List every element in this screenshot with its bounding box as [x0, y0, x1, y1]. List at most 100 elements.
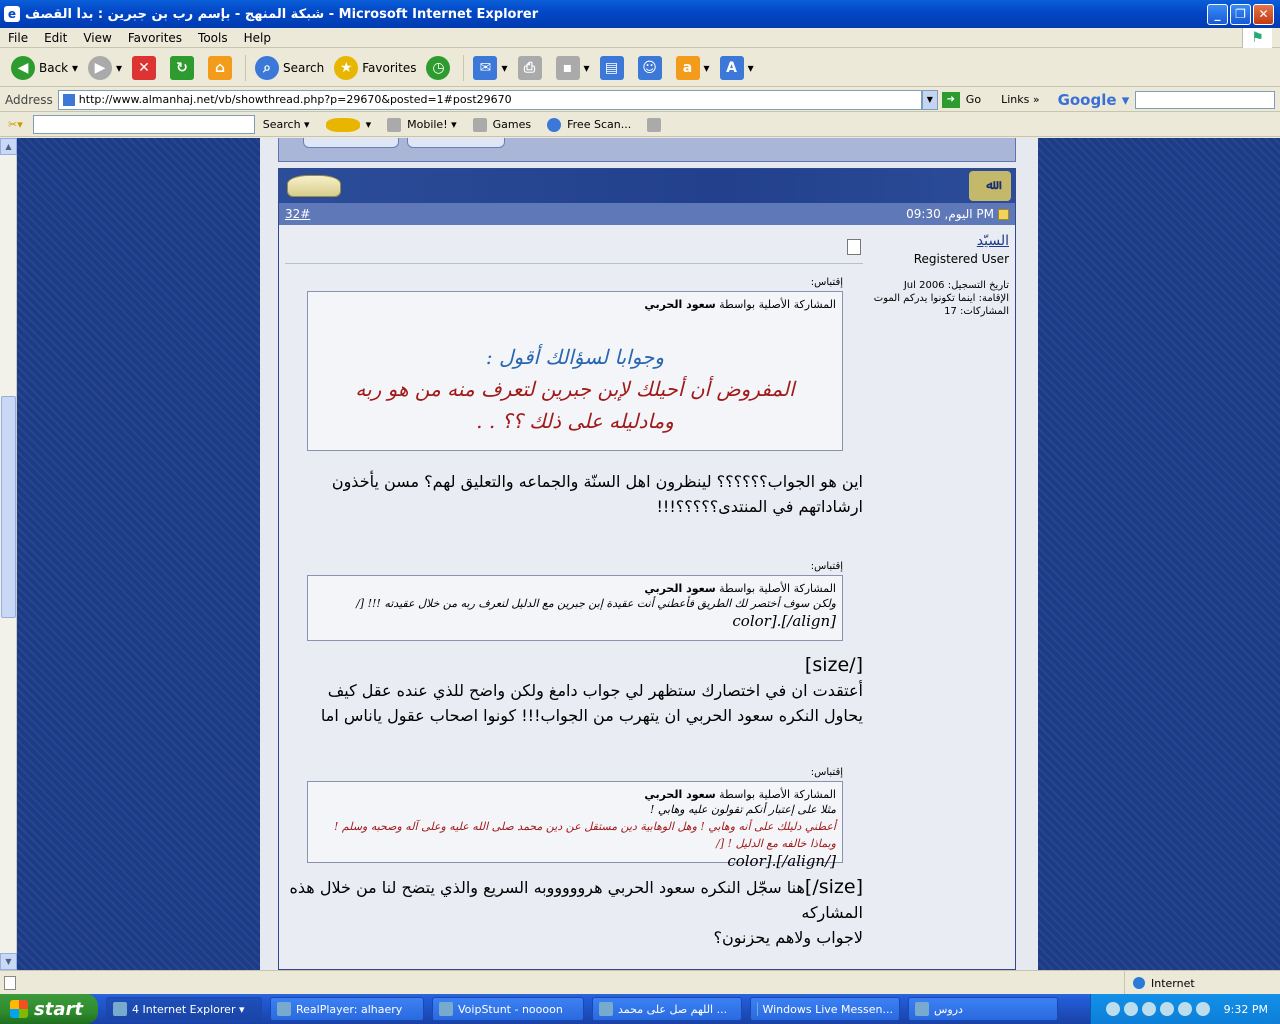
ie-icon: e — [4, 6, 20, 22]
taskbar-item-messenger[interactable]: Windows Live Messen... — [750, 997, 900, 1021]
favorites-button[interactable]: ★ Favorites — [329, 52, 421, 84]
taskbar: start 4 Internet Explorer ▾ RealPlayer: … — [0, 994, 1280, 1024]
scroll-up-button[interactable]: ▲ — [0, 138, 17, 155]
taskbar-item-folder[interactable]: دروس — [908, 997, 1058, 1021]
tray-icon[interactable] — [1105, 1002, 1120, 1016]
links-button[interactable]: Links » — [1001, 93, 1040, 106]
post-date: اليوم, 09:30 PM — [906, 207, 1009, 221]
google-search-input[interactable] — [1135, 90, 1276, 109]
user-location: الإقامة: اينما تكونوا يدركم الموت — [873, 293, 1009, 304]
games-button[interactable]: Games — [465, 117, 539, 132]
menu-help[interactable]: Help — [236, 31, 279, 45]
bbcode-tag: [size/] — [804, 654, 863, 676]
menu-file[interactable]: File — [0, 31, 36, 45]
post-paragraph: [size/]هنا سجّل النكره سعود الحربي هرووو… — [289, 876, 863, 947]
tray-icon[interactable] — [1195, 1002, 1210, 1016]
home-button[interactable]: ⌂ — [203, 52, 241, 84]
vertical-scrollbar[interactable]: ▲ ▼ — [0, 138, 17, 970]
tray-icon[interactable] — [1159, 1002, 1174, 1016]
smiley-button[interactable]: ▾ — [318, 117, 380, 132]
taskbar-item-ie[interactable]: 4 Internet Explorer ▾ — [106, 997, 262, 1021]
stop-button[interactable]: ✕ — [127, 52, 165, 84]
home-icon: ⌂ — [208, 55, 233, 80]
folder-icon — [915, 1002, 929, 1016]
post-header: ﷲ — [279, 169, 1015, 203]
font-size-button[interactable]: A ▾ — [715, 52, 759, 84]
tray-icon[interactable] — [1141, 1002, 1156, 1016]
translate-button[interactable]: a ▾ — [671, 52, 715, 84]
bbcode-tag: color].[/align/] — [727, 852, 836, 870]
menu-view[interactable]: View — [75, 31, 119, 45]
page-status-icon — [4, 976, 16, 990]
realplayer-icon — [277, 1002, 291, 1016]
post-info-bar: 32# اليوم, 09:30 PM — [279, 203, 1015, 225]
mail-button[interactable]: ✉ ▾ — [468, 52, 512, 84]
search-button[interactable]: ⌕ Search — [250, 52, 329, 84]
address-url: http://www.almanhaj.net/vb/showthread.ph… — [78, 93, 512, 106]
quote-text: المفروض أن أحيلك لإبن جبرين لتعرف منه من… — [355, 377, 795, 401]
pen-icon — [647, 117, 662, 132]
scroll-down-button[interactable]: ▼ — [0, 953, 17, 970]
quote-text: أعطني دليلك على أنه وهابي ! وهل الوهابية… — [333, 820, 836, 850]
window-titlebar[interactable]: e شبكة المنهج - بإسم رب بن جبرين : بدأ ا… — [0, 0, 1280, 28]
back-button[interactable]: ◀ Back ▾ — [6, 52, 83, 84]
scroll-thumb[interactable] — [1, 396, 16, 618]
go-button[interactable]: ➜ Go — [941, 91, 981, 108]
messenger-icon: ☺ — [637, 55, 662, 80]
address-label: Address — [5, 92, 53, 107]
tray-icon[interactable] — [1123, 1002, 1138, 1016]
font-icon: A — [719, 55, 744, 80]
address-input[interactable]: http://www.almanhaj.net/vb/showthread.ph… — [57, 89, 922, 110]
user-post-count: المشاركات: 17 — [944, 306, 1009, 317]
quote-text: ولكن سوف أختصر لك الطريق فأعطني أنت عقيد… — [356, 597, 836, 610]
mobile-button[interactable]: Mobile! ▾ — [379, 117, 465, 132]
mail-icon: ✉ — [473, 55, 498, 80]
taskbar-item-voipstunt[interactable]: VoipStunt - noooon — [432, 997, 584, 1021]
window-title: شبكة المنهج - بإسم رب بن جبرين : بدأ الق… — [25, 6, 539, 22]
back-arrow-icon: ◀ — [11, 55, 35, 80]
messenger-button[interactable]: ☺ — [633, 52, 671, 84]
quote-author: المشاركة الأصلية بواسطة سعود الحربي — [644, 298, 836, 311]
post-number-link[interactable]: 32# — [285, 207, 310, 221]
maximize-button[interactable]: ❐ — [1230, 3, 1251, 25]
forward-button[interactable]: ▶ ▾ — [83, 52, 127, 84]
join-date: تاريخ التسجيل: Jul 2006 — [903, 280, 1009, 291]
minimize-button[interactable]: _ — [1207, 3, 1228, 25]
free-scan-button[interactable]: Free Scan... — [539, 117, 639, 132]
close-button[interactable]: ✕ — [1253, 3, 1274, 25]
edit-button[interactable]: ▪ ▾ — [551, 52, 595, 84]
voipstunt-icon — [439, 1002, 453, 1016]
address-dropdown-button[interactable]: ▼ — [921, 89, 938, 110]
quote-box: المشاركة الأصلية بواسطة سعود الحربي وجوا… — [307, 291, 843, 451]
start-button[interactable]: start — [0, 994, 98, 1024]
research-button[interactable]: ▤ — [595, 52, 633, 84]
history-button[interactable]: ◷ — [421, 52, 459, 84]
menu-tools[interactable]: Tools — [190, 31, 236, 45]
games-icon — [472, 117, 487, 132]
search-icon: ⌕ — [255, 55, 280, 80]
menu-edit[interactable]: Edit — [36, 31, 75, 45]
toolbar-logo-icon[interactable]: ✂▾ — [8, 118, 23, 131]
google-toolbar-logo[interactable]: Google ▾ — [1058, 91, 1130, 109]
refresh-icon: ↻ — [170, 55, 195, 80]
menu-favorites[interactable]: Favorites — [120, 31, 190, 45]
print-button[interactable]: ⎙ — [513, 52, 551, 84]
quote-text: وجوابا لسؤالك أقول : — [485, 345, 665, 369]
quote-label: إقتباس: — [810, 277, 843, 288]
pen-button[interactable] — [639, 117, 675, 132]
toolbar-search-button[interactable]: Search ▾ — [255, 118, 318, 131]
username-link[interactable]: السيّد — [881, 233, 1009, 249]
clock[interactable]: 9:32 PM — [1224, 1003, 1268, 1016]
refresh-button[interactable]: ↻ — [165, 52, 203, 84]
toolbar-separator — [245, 54, 247, 81]
taskbar-item-chat[interactable]: اللهم صل على محمد ... — [592, 997, 742, 1021]
tray-icon[interactable] — [1177, 1002, 1192, 1016]
scan-icon — [547, 117, 562, 132]
toolbar-search-combo[interactable] — [32, 115, 255, 134]
taskbar-item-realplayer[interactable]: RealPlayer: alhaery — [270, 997, 424, 1021]
post-action-button[interactable] — [303, 138, 399, 148]
post-action-button[interactable] — [407, 138, 505, 148]
status-bar: Internet — [0, 970, 1280, 995]
standard-toolbar: ◀ Back ▾ ▶ ▾ ✕ ↻ ⌂ ⌕ Search ★ Favorites ◷ ✉ ▾… — [0, 49, 1280, 87]
star-icon: ★ — [334, 55, 359, 80]
